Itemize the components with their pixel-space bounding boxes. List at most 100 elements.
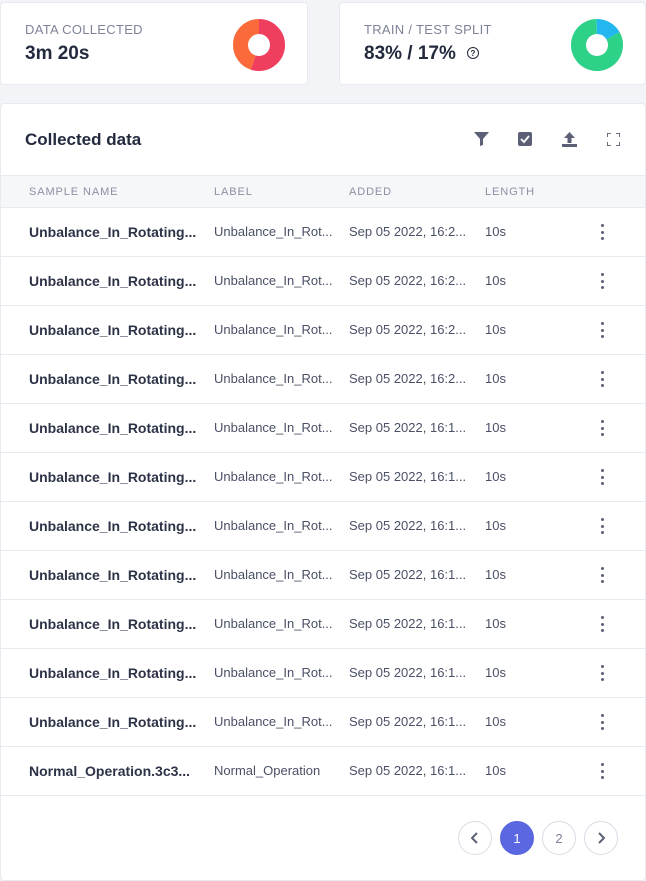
sample-label: Unbalance_In_Rot... — [214, 665, 333, 680]
sample-label: Unbalance_In_Rot... — [214, 518, 333, 533]
chevron-right-icon — [598, 832, 605, 844]
more-options-icon[interactable] — [597, 616, 607, 632]
sample-name[interactable]: Unbalance_In_Rotating... — [29, 224, 197, 240]
page-button-2[interactable]: 2 — [542, 821, 576, 855]
sample-added: Sep 05 2022, 16:1... — [349, 420, 467, 435]
data-collected-value: 3m 20s — [25, 43, 89, 65]
sample-label: Unbalance_In_Rot... — [214, 273, 333, 288]
sample-name[interactable]: Unbalance_In_Rotating... — [29, 518, 197, 534]
split-donut — [571, 19, 623, 71]
sample-label: Unbalance_In_Rot... — [214, 322, 333, 337]
table-row[interactable]: Unbalance_In_Rotating... Unbalance_In_Rot… — [1, 551, 645, 600]
sample-label: Unbalance_In_Rot... — [214, 567, 333, 582]
sample-label: Unbalance_In_Rot... — [214, 420, 333, 435]
more-options-icon[interactable] — [597, 371, 607, 387]
more-options-icon[interactable] — [597, 714, 607, 730]
help-icon[interactable]: ? — [466, 47, 479, 59]
sample-label: Unbalance_In_Rot... — [214, 469, 333, 484]
col-sample-name[interactable]: SAMPLE NAME — [29, 186, 118, 198]
data-collected-donut — [233, 19, 285, 71]
table-header: SAMPLE NAME LABEL ADDED LENGTH — [1, 175, 645, 208]
sample-added: Sep 05 2022, 16:1... — [349, 469, 467, 484]
table-row[interactable]: Unbalance_In_Rotating... Unbalance_In_Rot… — [1, 453, 645, 502]
more-options-icon[interactable] — [597, 518, 607, 534]
sample-added: Sep 05 2022, 16:1... — [349, 763, 467, 778]
table-row[interactable]: Unbalance_In_Rotating... Unbalance_In_Rot… — [1, 257, 645, 306]
more-options-icon[interactable] — [597, 273, 607, 289]
table-body: Unbalance_In_Rotating... Unbalance_In_Rot… — [1, 208, 645, 796]
data-collected-card: DATA COLLECTED 3m 20s — [0, 2, 308, 85]
fullscreen-icon[interactable] — [605, 131, 621, 147]
col-length[interactable]: LENGTH — [485, 186, 535, 198]
sample-added: Sep 05 2022, 16:2... — [349, 322, 467, 337]
next-page-button[interactable] — [584, 821, 618, 855]
sample-name[interactable]: Unbalance_In_Rotating... — [29, 665, 197, 681]
more-options-icon[interactable] — [597, 469, 607, 485]
col-label[interactable]: LABEL — [214, 186, 253, 198]
page-button-1[interactable]: 1 — [500, 821, 534, 855]
more-options-icon[interactable] — [597, 224, 607, 240]
sample-name[interactable]: Unbalance_In_Rotating... — [29, 567, 197, 583]
more-options-icon[interactable] — [597, 763, 607, 779]
sample-added: Sep 05 2022, 16:1... — [349, 518, 467, 533]
table-row[interactable]: Unbalance_In_Rotating... Unbalance_In_Rot… — [1, 404, 645, 453]
split-title: TRAIN / TEST SPLIT — [364, 22, 492, 37]
sample-label: Unbalance_In_Rot... — [214, 616, 333, 631]
table-row[interactable]: Unbalance_In_Rotating... Unbalance_In_Rot… — [1, 355, 645, 404]
more-options-icon[interactable] — [597, 420, 607, 436]
sample-length: 10s — [485, 518, 506, 533]
sample-name[interactable]: Unbalance_In_Rotating... — [29, 322, 197, 338]
sample-length: 10s — [485, 322, 506, 337]
sample-length: 10s — [485, 420, 506, 435]
sample-length: 10s — [485, 665, 506, 680]
train-test-split-card: TRAIN / TEST SPLIT 83% / 17% ? — [339, 2, 646, 85]
upload-icon[interactable] — [561, 131, 577, 147]
sample-name[interactable]: Unbalance_In_Rotating... — [29, 420, 197, 436]
table-row[interactable]: Normal_Operation.3c3... Normal_Operation S… — [1, 747, 645, 796]
prev-page-button[interactable] — [458, 821, 492, 855]
table-row[interactable]: Unbalance_In_Rotating... Unbalance_In_Rot… — [1, 306, 645, 355]
sample-added: Sep 05 2022, 16:2... — [349, 371, 467, 386]
table-row[interactable]: Unbalance_In_Rotating... Unbalance_In_Rot… — [1, 649, 645, 698]
sample-length: 10s — [485, 763, 506, 778]
sample-added: Sep 05 2022, 16:2... — [349, 273, 467, 288]
sample-label: Unbalance_In_Rot... — [214, 371, 333, 386]
sample-label: Unbalance_In_Rot... — [214, 224, 333, 239]
sample-name[interactable]: Unbalance_In_Rotating... — [29, 714, 197, 730]
sample-added: Sep 05 2022, 16:1... — [349, 616, 467, 631]
collected-data-panel: Collected data SAMPLE NAME LABEL ADDED L… — [0, 103, 646, 881]
sample-added: Sep 05 2022, 16:1... — [349, 665, 467, 680]
sample-name[interactable]: Unbalance_In_Rotating... — [29, 616, 197, 632]
table-row[interactable]: Unbalance_In_Rotating... Unbalance_In_Rot… — [1, 208, 645, 257]
sample-length: 10s — [485, 567, 506, 582]
sample-name[interactable]: Unbalance_In_Rotating... — [29, 273, 197, 289]
sample-length: 10s — [485, 224, 506, 239]
sample-name[interactable]: Unbalance_In_Rotating... — [29, 371, 197, 387]
sample-name[interactable]: Unbalance_In_Rotating... — [29, 469, 197, 485]
sample-length: 10s — [485, 273, 506, 288]
more-options-icon[interactable] — [597, 567, 607, 583]
split-value-text: 83% / 17% — [364, 43, 456, 64]
table-row[interactable]: Unbalance_In_Rotating... Unbalance_In_Rot… — [1, 698, 645, 747]
data-collected-title: DATA COLLECTED — [25, 22, 143, 37]
panel-title: Collected data — [25, 130, 142, 149]
more-options-icon[interactable] — [597, 322, 607, 338]
table-row[interactable]: Unbalance_In_Rotating... Unbalance_In_Rot… — [1, 600, 645, 649]
more-options-icon[interactable] — [597, 665, 607, 681]
sample-name[interactable]: Normal_Operation.3c3... — [29, 763, 197, 779]
sample-label: Normal_Operation — [214, 763, 321, 778]
filter-icon[interactable] — [473, 131, 489, 147]
table-row[interactable]: Unbalance_In_Rotating... Unbalance_In_Rot… — [1, 502, 645, 551]
sample-added: Sep 05 2022, 16:1... — [349, 714, 467, 729]
sample-label: Unbalance_In_Rot... — [214, 714, 333, 729]
chevron-left-icon — [471, 832, 478, 844]
sample-added: Sep 05 2022, 16:1... — [349, 567, 467, 582]
sample-added: Sep 05 2022, 16:2... — [349, 224, 467, 239]
sample-length: 10s — [485, 469, 506, 484]
sample-length: 10s — [485, 371, 506, 386]
col-added[interactable]: ADDED — [349, 186, 392, 198]
data-collected-value-text: 3m 20s — [25, 43, 90, 64]
split-value: 83% / 17% ? — [364, 43, 479, 65]
check-select-icon[interactable] — [517, 131, 533, 147]
sample-length: 10s — [485, 616, 506, 631]
